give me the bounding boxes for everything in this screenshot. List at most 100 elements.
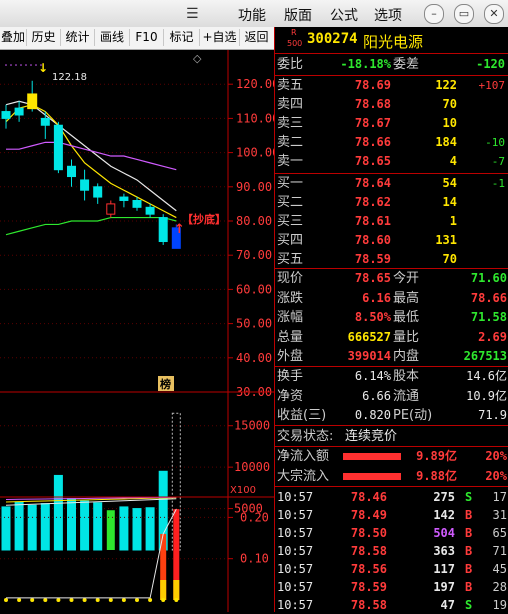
chart-toolbar: 叠加 历史 统计 画线 F10 标记 +自选 返回 xyxy=(0,27,274,50)
volume-bar xyxy=(132,508,142,551)
tick-volume: 363 xyxy=(433,544,455,558)
bid-price: 78.61 xyxy=(354,214,391,228)
indicator-dot xyxy=(17,598,22,602)
bid-volume: 1 xyxy=(449,214,457,228)
tick-price: 78.59 xyxy=(350,580,387,594)
price-axis-label: 50.00 xyxy=(236,317,272,331)
tick-time: 10:57 xyxy=(277,544,314,558)
candle-body xyxy=(80,179,90,191)
volume-bar xyxy=(119,506,129,551)
fundamental-value: 0.820 xyxy=(354,408,391,422)
bid-price: 78.59 xyxy=(354,252,391,266)
candle-body xyxy=(158,217,168,243)
fundamental-label: 收益(三) xyxy=(277,408,327,423)
price-axis-label: 60.00 xyxy=(236,282,272,296)
menu-item-function[interactable]: 功能 xyxy=(238,5,266,25)
tick-row: 10:57 78.50 504 B 65 xyxy=(275,524,508,542)
bid-row[interactable]: 买四 78.60 131 xyxy=(275,231,508,250)
toolbar-add-watchlist[interactable]: +自选 xyxy=(200,29,240,46)
indicator-dot xyxy=(43,598,48,602)
menu-item-layout[interactable]: 版面 xyxy=(284,5,312,25)
volume-bar xyxy=(67,498,76,551)
weicha-value: -120 xyxy=(476,57,505,71)
indicator-dot xyxy=(4,598,8,602)
bid-label: 买四 xyxy=(277,233,304,248)
bid-label: 买二 xyxy=(277,195,304,210)
ma-line-green xyxy=(5,216,177,236)
fundamental-label-2: 流通 xyxy=(393,388,420,404)
tick-side: S xyxy=(465,598,473,612)
stock-name: 阳光电源 xyxy=(363,33,424,51)
diamond-icon: ◇ xyxy=(193,52,202,65)
restore-button[interactable]: ▭ xyxy=(454,4,474,24)
toolbar-draw[interactable]: 画线 xyxy=(95,29,130,46)
kline-chart[interactable]: 120.00 110.00 100.00 90.00 80.00 70.00 60.00 50… xyxy=(0,50,274,612)
quote-row: 外盘 399014 内盘 267513 xyxy=(275,347,508,366)
signal-bottom-label: 【抄底】 xyxy=(182,212,226,226)
flow-bar xyxy=(343,453,401,460)
tick-count: 28 xyxy=(492,580,507,594)
rz-badge: R xyxy=(291,28,297,37)
ask-label: 卖五 xyxy=(277,78,304,93)
weibi-row: 委比 -18.18% 委差 -120 xyxy=(275,55,508,74)
flow-percent: 20% xyxy=(485,449,507,463)
menu-item-options[interactable]: 选项 xyxy=(374,5,402,25)
ask-row[interactable]: 卖一 78.65 4 -7 xyxy=(275,152,508,171)
high-price-label: 122.18 xyxy=(52,72,87,83)
fundamental-label-2: 股本 xyxy=(393,369,420,384)
tick-side: B xyxy=(465,580,473,594)
minimize-button[interactable]: – xyxy=(424,4,444,24)
tick-side: B xyxy=(465,562,473,576)
toolbar-overlay[interactable]: 叠加 xyxy=(0,29,27,46)
title-bar: ☰ 功能 版面 公式 选项 – ▭ ✕ xyxy=(0,0,508,28)
menu-list-icon[interactable]: ☰ xyxy=(186,6,208,22)
toolbar-history[interactable]: 历史 xyxy=(27,29,61,46)
ask-row[interactable]: 卖四 78.68 70 xyxy=(275,95,508,114)
weibi-label: 委比 xyxy=(277,57,304,72)
toolbar-back[interactable]: 返回 xyxy=(240,29,273,46)
toolbar-mark[interactable]: 标记 xyxy=(164,29,200,46)
weicha-label: 委差 xyxy=(393,57,420,72)
bid-row[interactable]: 买三 78.61 1 xyxy=(275,212,508,231)
ask-volume: 122 xyxy=(435,78,457,92)
bang-label[interactable]: 榜 xyxy=(160,377,171,391)
bid-row[interactable]: 买五 78.59 70 xyxy=(275,250,508,269)
fundamental-value-2: 10.9亿 xyxy=(466,388,507,403)
ask-label: 卖四 xyxy=(277,97,304,112)
fundamental-label-2: PE(动) xyxy=(393,408,433,423)
indicator-dot xyxy=(82,598,87,602)
close-button[interactable]: ✕ xyxy=(484,4,504,24)
ask-row[interactable]: 卖三 78.67 10 xyxy=(275,114,508,133)
ask-change: -7 xyxy=(491,155,505,168)
fundamental-label: 换手 xyxy=(277,369,304,384)
bid-label: 买五 xyxy=(277,252,304,267)
ask-row[interactable]: 卖五 78.69 122 +107 xyxy=(275,76,508,95)
quote-label-2: 最低 xyxy=(393,310,420,325)
toolbar-statistics[interactable]: 统计 xyxy=(61,29,95,46)
bid-price: 78.60 xyxy=(354,233,391,247)
volume-bar xyxy=(27,504,37,551)
flow-label: 大宗流入 xyxy=(277,468,330,484)
menu-item-formula[interactable]: 公式 xyxy=(330,5,358,25)
fundamental-row: 收益(三) 0.820 PE(动) 71.9 xyxy=(275,406,508,425)
toolbar-f10[interactable]: F10 xyxy=(130,29,164,46)
indicator-axis-label: 0.20 xyxy=(240,510,269,524)
trade-status-row: 交易状态: 连续竞价 xyxy=(275,427,508,446)
quote-value-2: 71.58 xyxy=(470,310,507,324)
marker-dot xyxy=(15,64,17,66)
weibi-value: -18.18% xyxy=(340,57,391,71)
ask-row[interactable]: 卖二 78.66 184 -10 xyxy=(275,133,508,152)
fundamental-row: 换手 6.14% 股本 14.6亿 xyxy=(275,367,508,386)
quote-value: 399014 xyxy=(347,349,391,363)
tick-volume: 142 xyxy=(433,508,455,522)
ask-change: -10 xyxy=(485,136,505,149)
bid-row[interactable]: 买二 78.62 14 xyxy=(275,193,508,212)
volume-bar xyxy=(14,501,24,551)
bid-row[interactable]: 买一 78.64 54 -1 xyxy=(275,174,508,193)
volume-bar xyxy=(1,506,11,551)
tick-count: 71 xyxy=(492,544,507,558)
flow-percent: 20% xyxy=(485,468,507,483)
ask-price: 78.67 xyxy=(354,116,391,130)
indicator-dot xyxy=(121,598,126,602)
tick-row: 10:57 78.46 275 S 17 xyxy=(275,488,508,506)
